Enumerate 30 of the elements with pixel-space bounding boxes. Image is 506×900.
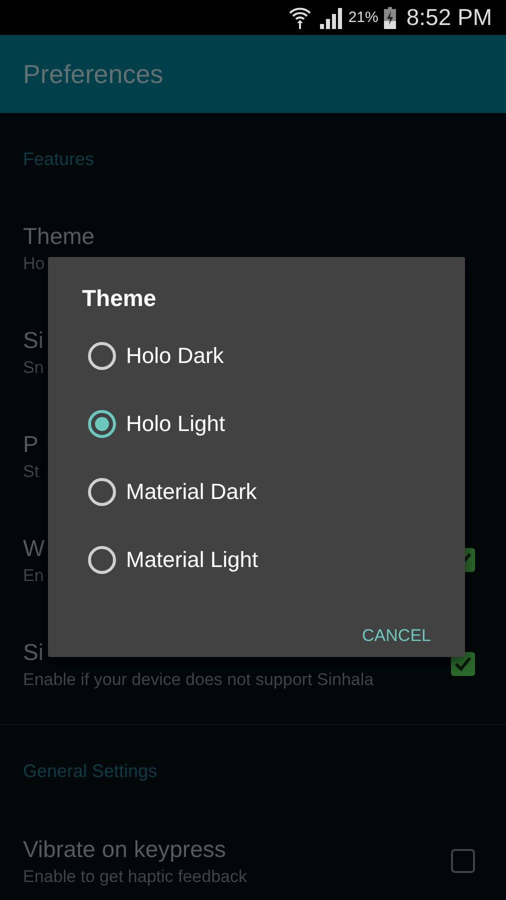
radio-option[interactable]: Holo Dark	[82, 322, 224, 390]
radio-option[interactable]: Holo Light	[82, 390, 226, 458]
radio-option[interactable]: Material Light	[82, 526, 258, 594]
preference-summary: Enable if your device does not support Sinhala	[23, 670, 374, 690]
radio-button[interactable]	[88, 342, 116, 370]
preference-summary: Sn	[23, 358, 44, 378]
preference-title: Si	[23, 326, 44, 354]
preference-title: P	[23, 430, 38, 458]
app-bar-title: Preferences	[23, 58, 164, 90]
dialog-title: Theme	[82, 285, 156, 312]
preference-summary: En	[23, 566, 44, 586]
clock-time: 8:52 PM	[406, 4, 492, 31]
preference-title: Vibrate on keypress	[23, 836, 226, 862]
preference-title: Theme	[23, 222, 95, 250]
preference-title: W	[23, 534, 45, 562]
cancel-button[interactable]: CANCEL	[362, 620, 431, 652]
preference-summary: St	[23, 462, 40, 482]
preference-summary: Ho	[23, 254, 45, 274]
signal-icon	[318, 6, 342, 28]
preference-title: Si	[23, 638, 44, 666]
category-header: Features	[22, 148, 96, 171]
checkbox[interactable]	[451, 849, 475, 873]
battery-charging-icon	[384, 6, 396, 28]
preference-summary: Enable to get haptic feedback	[23, 866, 247, 886]
radio-button[interactable]	[88, 410, 116, 438]
radio-button[interactable]	[88, 546, 116, 574]
category-header: General Settings	[22, 760, 158, 783]
battery-percent: 21%	[348, 9, 378, 26]
radio-button[interactable]	[88, 478, 116, 506]
radio-option[interactable]: Material Dark	[82, 458, 257, 526]
